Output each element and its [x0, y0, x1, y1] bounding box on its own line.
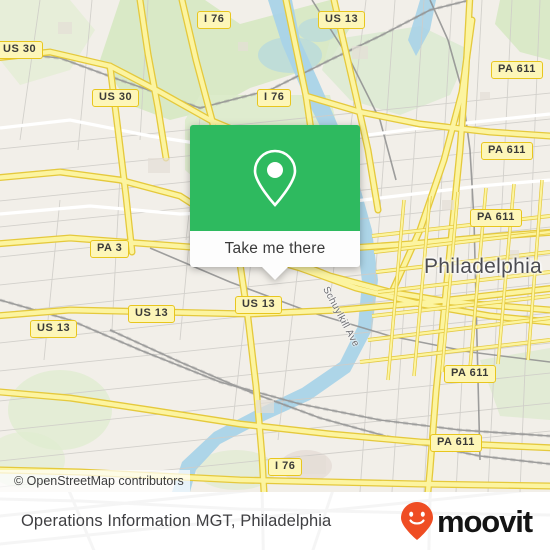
- shield-pa-611-mid: PA 611: [470, 209, 522, 227]
- shield-i-76-mid: I 76: [257, 89, 292, 107]
- shield-us-13-north: US 13: [318, 11, 366, 29]
- shield-us-13-left: US 13: [128, 305, 176, 323]
- footer-bar: Operations Information MGT, Philadelphia…: [0, 492, 550, 550]
- callout-pin-area: [190, 125, 360, 231]
- shield-us-30-mid: US 30: [92, 89, 140, 107]
- shield-us-30-west: US 30: [0, 41, 44, 59]
- map-canvas[interactable]: Philadelphia Schuylkill Ave I 76 US 13 U…: [0, 0, 550, 492]
- shield-pa-3: PA 3: [90, 240, 130, 258]
- moovit-wordmark: moovit: [436, 503, 533, 539]
- osm-attribution[interactable]: © OpenStreetMap contributors: [0, 470, 190, 492]
- destination-callout[interactable]: Take me there: [190, 125, 360, 280]
- shield-us-13-far-left: US 13: [30, 320, 78, 338]
- shield-pa-611-top: PA 611: [491, 61, 543, 79]
- moovit-smiley-pin-icon: [400, 502, 433, 540]
- place-title: Operations Information MGT, Philadelphia: [21, 511, 332, 530]
- moovit-logo[interactable]: moovit: [400, 501, 533, 541]
- callout-arrow: [262, 267, 288, 280]
- shield-us-13-center: US 13: [235, 296, 283, 314]
- shield-i-76-north: I 76: [197, 11, 232, 29]
- shield-i-76-bottom: I 76: [268, 458, 303, 476]
- city-label-philadelphia: Philadelphia: [424, 255, 543, 278]
- map-share-card: Philadelphia Schuylkill Ave I 76 US 13 U…: [0, 0, 550, 550]
- shield-pa-611-upper: PA 611: [481, 142, 533, 160]
- shield-pa-611-lower: PA 611: [444, 365, 496, 383]
- map-pin-icon: [253, 149, 297, 207]
- shield-pa-611-bottom: PA 611: [430, 434, 482, 452]
- take-me-there-button[interactable]: Take me there: [190, 231, 360, 267]
